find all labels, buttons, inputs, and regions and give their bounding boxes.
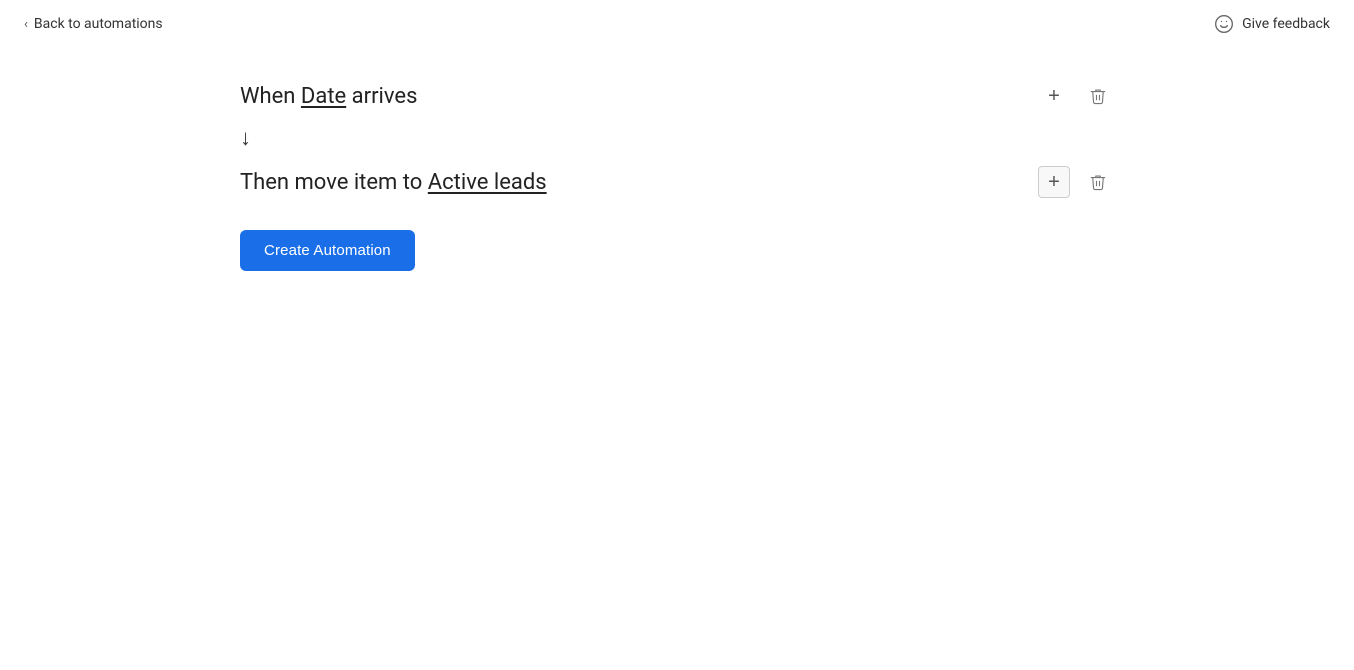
feedback-icon (1214, 14, 1234, 34)
trigger-actions: + (1038, 80, 1114, 112)
trigger-date-link[interactable]: Date (301, 84, 346, 109)
trigger-trash-icon (1089, 87, 1107, 105)
flow-arrow: ↓ (240, 128, 1114, 150)
action-add-icon: + (1048, 172, 1060, 192)
trigger-add-icon: + (1048, 86, 1060, 106)
action-prefix: Then move item to (240, 170, 428, 195)
action-destination-link[interactable]: Active leads (428, 170, 547, 195)
automation-editor: When Date arrives + ↓ Then move item to … (240, 80, 1114, 271)
back-label: Back to automations (34, 16, 163, 32)
back-chevron-icon: ‹ (24, 17, 28, 32)
trigger-suffix: arrives (346, 84, 417, 109)
action-text: Then move item to Active leads (240, 170, 547, 195)
give-feedback-label: Give feedback (1242, 16, 1330, 32)
trigger-prefix: When (240, 84, 301, 109)
back-to-automations-link[interactable]: ‹ Back to automations (24, 16, 163, 32)
trigger-add-button[interactable]: + (1038, 80, 1070, 112)
action-trash-icon (1089, 173, 1107, 191)
give-feedback-button[interactable]: Give feedback (1214, 14, 1330, 34)
trigger-delete-button[interactable] (1082, 80, 1114, 112)
action-row: Then move item to Active leads + (240, 166, 1114, 198)
action-actions: + (1038, 166, 1114, 198)
trigger-row: When Date arrives + (240, 80, 1114, 112)
create-automation-button[interactable]: Create Automation (240, 230, 415, 271)
trigger-text: When Date arrives (240, 84, 417, 109)
action-delete-button[interactable] (1082, 166, 1114, 198)
top-nav: ‹ Back to automations Give feedback (0, 0, 1354, 48)
action-add-button[interactable]: + (1038, 166, 1070, 198)
